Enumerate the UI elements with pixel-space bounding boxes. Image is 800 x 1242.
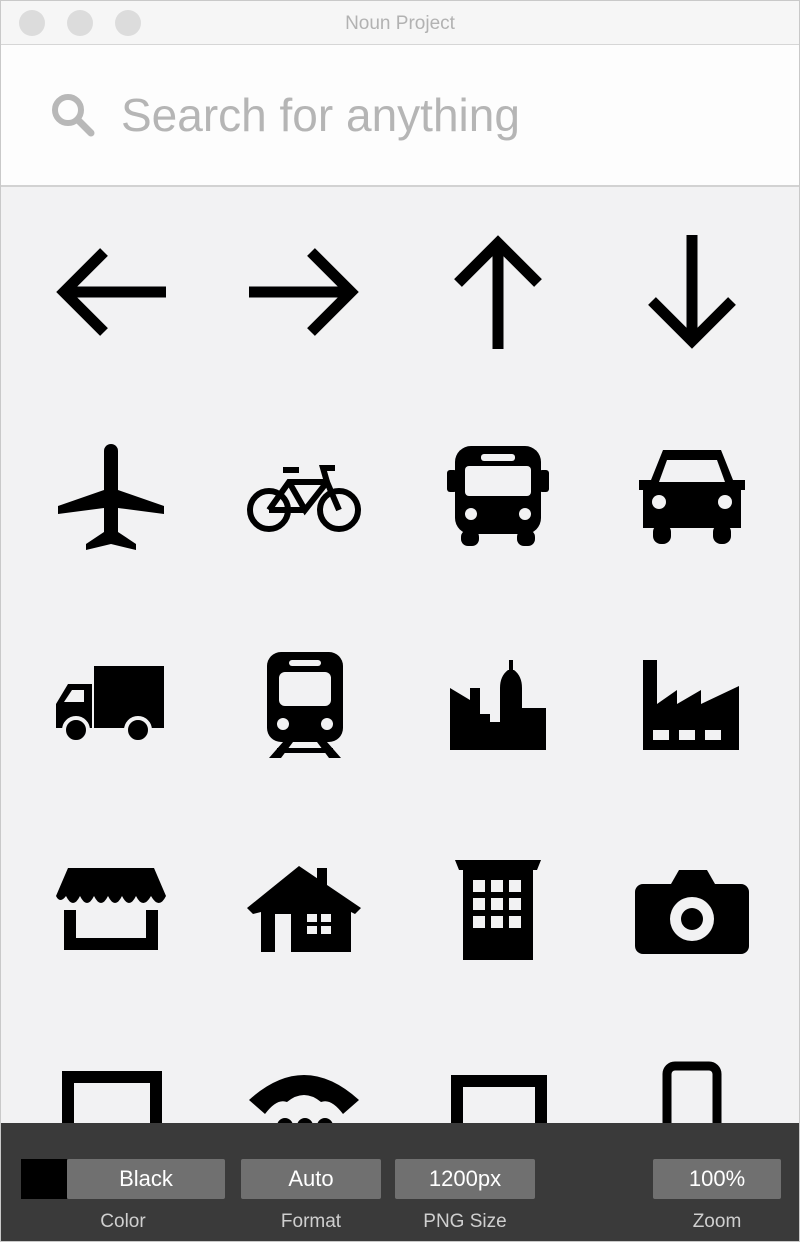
zoom-select[interactable]: 100% <box>653 1159 781 1199</box>
format-select[interactable]: Auto <box>241 1159 381 1199</box>
camera-icon[interactable] <box>627 852 757 982</box>
search-input[interactable] <box>121 85 761 145</box>
airplane-icon[interactable] <box>46 432 176 562</box>
arrow-up-icon[interactable] <box>433 227 563 357</box>
city-skyline-icon[interactable] <box>436 642 566 772</box>
icon-grid <box>1 187 799 1123</box>
format-label: Format <box>280 1211 342 1232</box>
color-swatch[interactable] <box>21 1159 67 1199</box>
bus-icon[interactable] <box>433 432 563 562</box>
arrow-down-icon[interactable] <box>627 227 757 357</box>
train-icon[interactable] <box>241 642 371 772</box>
bicycle-icon[interactable] <box>239 432 369 562</box>
search-bar <box>1 45 799 187</box>
app-window: Noun Project Search for anything Black C… <box>0 0 800 1242</box>
bottom-toolbar: Black Color Auto Format 1200px PNG Size … <box>1 1123 799 1241</box>
factory-icon[interactable] <box>627 642 757 772</box>
house-icon[interactable] <box>239 852 369 982</box>
frame-icon[interactable] <box>433 1057 563 1123</box>
truck-icon[interactable] <box>46 642 176 772</box>
car-icon[interactable] <box>627 432 757 562</box>
picture-frame-icon[interactable] <box>46 1057 176 1123</box>
arrow-left-icon[interactable] <box>46 227 176 357</box>
png-size-label: PNG Size <box>423 1211 507 1232</box>
arrow-right-icon[interactable] <box>241 227 371 357</box>
storefront-icon[interactable] <box>46 852 176 982</box>
title-bar: Noun Project <box>1 1 799 45</box>
window-title: Noun Project <box>345 13 455 34</box>
color-select[interactable]: Black <box>67 1159 225 1199</box>
telephone-icon[interactable] <box>239 1052 369 1123</box>
mobile-phone-icon[interactable] <box>627 1052 757 1123</box>
png-size-select[interactable]: 1200px <box>395 1159 535 1199</box>
zoom-label: Zoom <box>692 1211 742 1232</box>
color-label: Color <box>100 1211 146 1232</box>
office-building-icon[interactable] <box>433 852 563 982</box>
search-icon <box>52 94 95 137</box>
